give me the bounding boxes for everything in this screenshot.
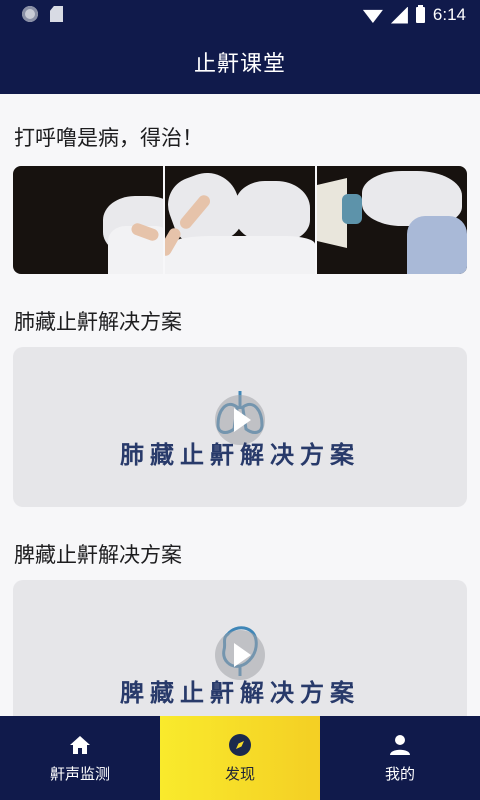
nav-tab-snore-monitor[interactable]: 鼾声监测 xyxy=(0,716,160,800)
snoring-banner-image[interactable] xyxy=(13,166,467,274)
banner-panel-megaphone xyxy=(317,166,467,274)
lung-video-caption: 肺藏止鼾解决方案 xyxy=(120,441,360,469)
battery-icon xyxy=(415,5,425,23)
page-title: 止鼾课堂 xyxy=(193,52,286,77)
home-icon xyxy=(70,735,90,754)
signal-icon xyxy=(390,6,408,24)
banner-panel-pillow-over-head xyxy=(165,166,315,274)
section-title-spleen: 脾藏止鼾解决方案 xyxy=(14,543,182,567)
nav-tab-mine[interactable]: 我的 xyxy=(320,716,480,800)
section-title-lung: 肺藏止鼾解决方案 xyxy=(14,310,182,334)
wifi-icon xyxy=(362,9,383,23)
nav-label: 发现 xyxy=(224,764,255,783)
spleen-video-caption: 脾藏止鼾解决方案 xyxy=(120,679,360,707)
sd-card-icon xyxy=(50,6,63,22)
compass-icon xyxy=(229,733,251,756)
nav-label: 鼾声监测 xyxy=(49,764,110,783)
main-content[interactable]: 打呼噜是病，得治！ 肺藏止鼾解决方案 肺藏止鼾解决方案 脾藏止鼾解决方案 脾藏止… xyxy=(0,94,480,716)
page-title-bar: 止鼾课堂 xyxy=(0,30,480,94)
status-bar: 6:14 xyxy=(0,0,480,30)
nav-tab-discover[interactable]: 发现 xyxy=(160,716,320,800)
banner-panel-bed xyxy=(13,166,163,274)
status-time: 6:14 xyxy=(432,5,466,24)
section-title-snoring: 打呼噜是病，得治！ xyxy=(14,126,203,150)
notification-circle-icon xyxy=(22,6,38,22)
person-icon xyxy=(390,734,410,755)
spleen-video-card[interactable]: 脾藏止鼾解决方案 xyxy=(13,580,467,716)
bottom-navigation: 鼾声监测 发现 我的 xyxy=(0,716,480,800)
lung-video-card[interactable]: 肺藏止鼾解决方案 xyxy=(13,347,467,507)
nav-label: 我的 xyxy=(384,764,415,783)
